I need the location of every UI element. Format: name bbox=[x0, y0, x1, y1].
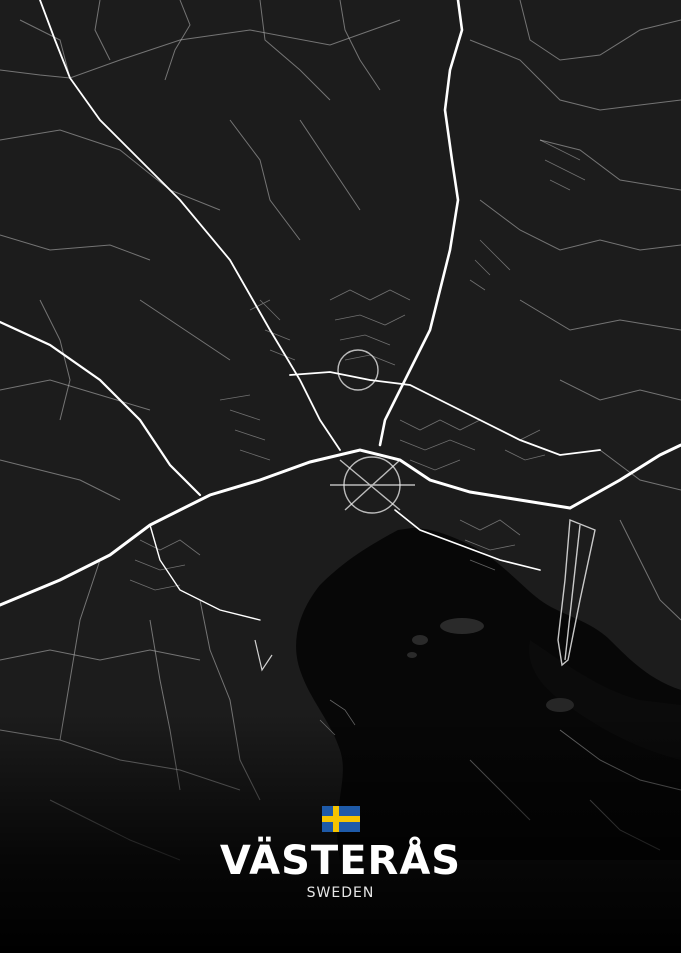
city-title: VÄSTERÅS bbox=[219, 838, 462, 884]
poster-caption: VÄSTERÅS SWEDEN bbox=[0, 806, 681, 901]
sweden-flag-icon bbox=[321, 806, 360, 832]
map-poster: VÄSTERÅS SWEDEN bbox=[0, 0, 681, 953]
country-subtitle: SWEDEN bbox=[306, 885, 375, 901]
